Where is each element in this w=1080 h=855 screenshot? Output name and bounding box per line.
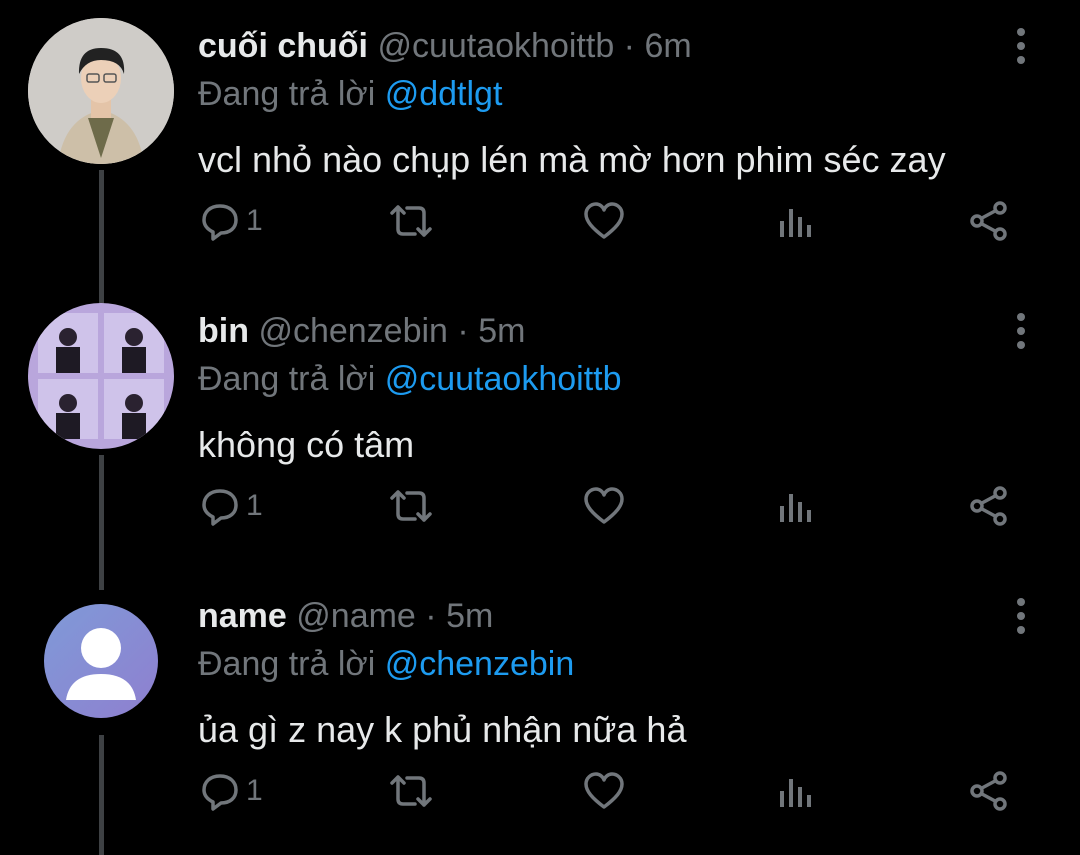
tweet[interactable]: name @name · 5m Đang trả lời @chenzebin … (0, 570, 1080, 855)
views-icon (778, 771, 814, 811)
share-icon (968, 200, 1010, 242)
tweet-header: cuối chuối @cuutaokhoittb · 6m (198, 26, 692, 66)
handle[interactable]: @name (296, 597, 416, 635)
share-button[interactable] (968, 481, 1010, 531)
retweet-icon (386, 201, 436, 241)
mention-link[interactable]: @chenzebin (385, 645, 575, 683)
separator: · (447, 312, 479, 350)
separator: · (614, 27, 645, 65)
more-icon[interactable] (1004, 596, 1038, 636)
thread-line (99, 170, 104, 285)
retweet-button[interactable] (386, 481, 436, 531)
retweet-button[interactable] (386, 766, 436, 816)
retweet-icon (386, 771, 436, 811)
tweet-header: name @name · 5m (198, 596, 493, 636)
reply-count: 1 (246, 204, 263, 237)
avatar[interactable] (28, 303, 174, 449)
views-button[interactable] (778, 766, 814, 816)
more-icon[interactable] (1004, 26, 1038, 66)
share-button[interactable] (968, 766, 1010, 816)
timestamp[interactable]: 5m (446, 597, 493, 635)
thread-line (99, 285, 104, 305)
tweet-text: ủa gì z nay k phủ nhận nữa hả (198, 709, 687, 750)
like-icon (582, 771, 626, 811)
display-name[interactable]: bin (198, 312, 249, 350)
separator: · (415, 597, 447, 635)
share-icon (968, 770, 1010, 812)
handle[interactable]: @cuutaokhoittb (377, 27, 614, 65)
handle[interactable]: @chenzebin (258, 312, 448, 350)
replying-to: Đang trả lời @cuutaokhoittb (198, 359, 622, 399)
avatar[interactable] (28, 18, 174, 164)
like-button[interactable] (582, 481, 626, 531)
mention-link[interactable]: @cuutaokhoittb (385, 360, 622, 398)
reply-count: 1 (246, 774, 263, 807)
reply-button[interactable]: 1 (200, 766, 263, 816)
thread-line (99, 455, 104, 570)
tweet[interactable]: bin @chenzebin · 5m Đang trả lời @cuutao… (0, 285, 1080, 570)
replying-to-label: Đang trả lời (198, 645, 376, 683)
reply-icon (200, 771, 240, 811)
like-icon (582, 486, 626, 526)
reply-button[interactable]: 1 (200, 196, 263, 246)
like-button[interactable] (582, 766, 626, 816)
share-icon (968, 485, 1010, 527)
views-icon (778, 201, 814, 241)
mention-link[interactable]: @ddtlgt (385, 75, 503, 113)
reply-count: 1 (246, 489, 263, 522)
tweet-text: không có tâm (198, 424, 415, 465)
retweet-icon (386, 486, 436, 526)
thread-line (99, 570, 104, 590)
thread-line (99, 735, 104, 855)
tweet-text: vcl nhỏ nào chụp lén mà mờ hơn phim séc … (198, 139, 946, 180)
avatar[interactable] (44, 604, 158, 718)
more-icon[interactable] (1004, 311, 1038, 351)
views-icon (778, 486, 814, 526)
views-button[interactable] (778, 196, 814, 246)
tweet-header: bin @chenzebin · 5m (198, 311, 525, 351)
retweet-button[interactable] (386, 196, 436, 246)
views-button[interactable] (778, 481, 814, 531)
reply-icon (200, 486, 240, 526)
replying-to: Đang trả lời @ddtlgt (198, 74, 502, 114)
tweet[interactable]: cuối chuối @cuutaokhoittb · 6m Đang trả … (0, 0, 1080, 285)
reply-icon (200, 201, 240, 241)
timestamp[interactable]: 5m (478, 312, 525, 350)
reply-button[interactable]: 1 (200, 481, 263, 531)
like-button[interactable] (582, 196, 626, 246)
replying-to-label: Đang trả lời (198, 75, 376, 113)
display-name[interactable]: cuối chuối (198, 27, 368, 65)
like-icon (582, 201, 626, 241)
display-name[interactable]: name (198, 597, 287, 635)
share-button[interactable] (968, 196, 1010, 246)
replying-to: Đang trả lời @chenzebin (198, 644, 574, 684)
replying-to-label: Đang trả lời (198, 360, 376, 398)
timestamp[interactable]: 6m (644, 27, 691, 65)
